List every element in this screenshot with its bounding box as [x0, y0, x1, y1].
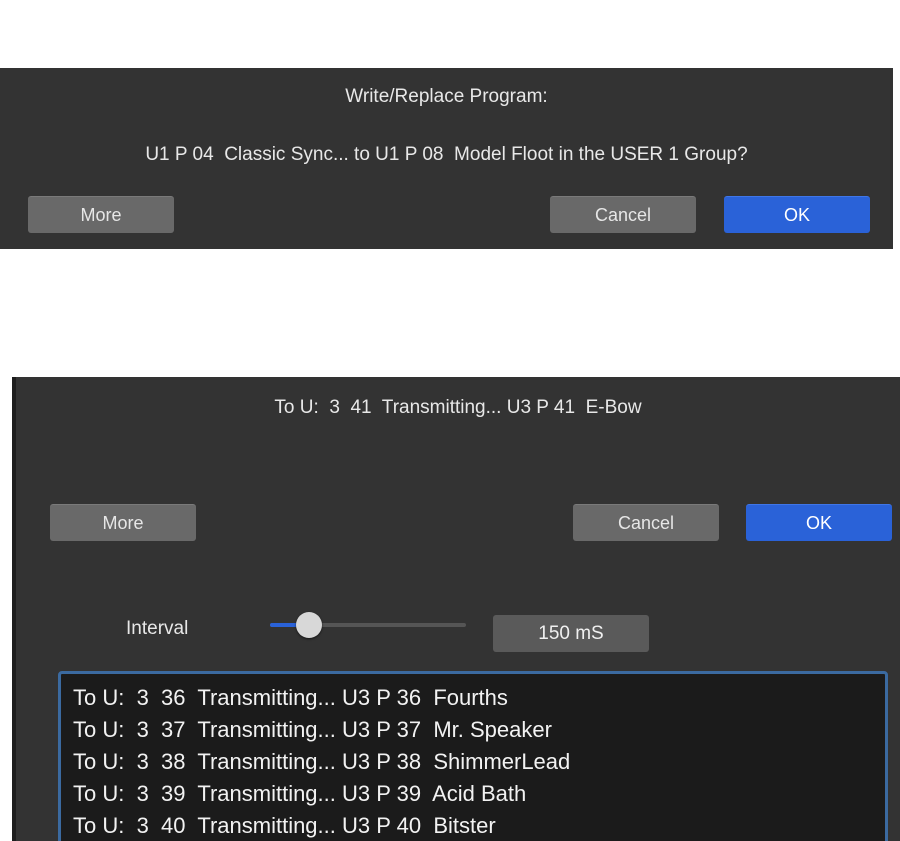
cancel-button[interactable]: Cancel — [550, 196, 696, 233]
log-line: To U: 3 39 Transmitting... U3 P 39 Acid … — [73, 781, 527, 806]
ok-button[interactable]: OK — [746, 504, 892, 541]
more-button[interactable]: More — [50, 504, 196, 541]
log-line: To U: 3 37 Transmitting... U3 P 37 Mr. S… — [73, 717, 552, 742]
cancel-button[interactable]: Cancel — [573, 504, 719, 541]
interval-label: Interval — [126, 618, 189, 639]
transmit-log[interactable]: To U: 3 36 Transmitting... U3 P 36 Fourt… — [58, 671, 888, 841]
transmit-status: To U: 3 41 Transmitting... U3 P 41 E-Bow — [274, 397, 642, 418]
slider-thumb[interactable] — [296, 612, 323, 638]
log-line: To U: 3 40 Transmitting... U3 P 40 Bitst… — [73, 813, 496, 838]
log-line: To U: 3 36 Transmitting... U3 P 36 Fourt… — [73, 685, 508, 710]
interval-value: 150 mS — [493, 615, 649, 652]
dialog-message: U1 P 04 Classic Sync... to U1 P 08 Model… — [145, 144, 748, 165]
log-line: To U: 3 38 Transmitting... U3 P 38 Shimm… — [73, 749, 571, 774]
page: Write/Replace Program: U1 P 04 Classic S… — [0, 0, 900, 841]
ok-button[interactable]: OK — [724, 196, 870, 233]
dialog-title: Write/Replace Program: — [345, 86, 548, 107]
transmit-dialog: To U: 3 41 Transmitting... U3 P 41 E-Bow… — [12, 377, 900, 841]
more-button[interactable]: More — [28, 196, 174, 233]
interval-slider[interactable] — [270, 612, 466, 638]
write-replace-dialog: Write/Replace Program: U1 P 04 Classic S… — [0, 68, 893, 249]
